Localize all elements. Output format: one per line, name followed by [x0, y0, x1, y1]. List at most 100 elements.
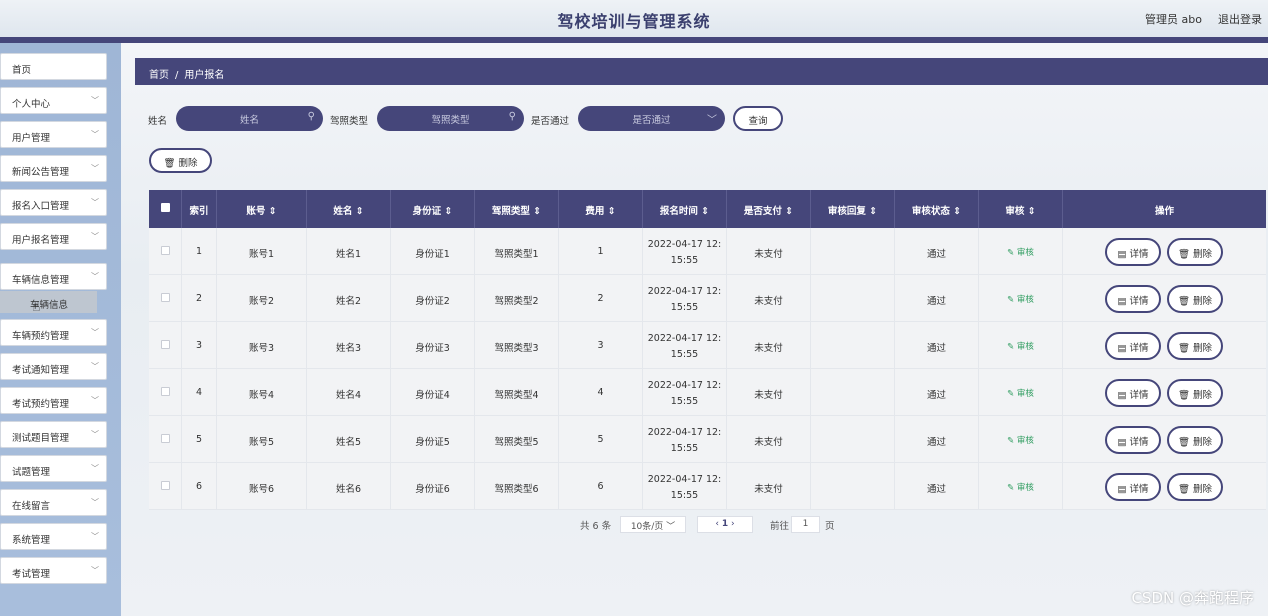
cell-status: 通过: [895, 369, 979, 416]
current-user: 管理员 abo: [1145, 13, 1202, 26]
column-header[interactable]: 报名时间 ⇕: [643, 190, 727, 228]
sidebar-item-label: 考试通知管理: [12, 365, 70, 376]
column-header[interactable]: 审核回复 ⇕: [811, 190, 895, 228]
cell-id-card: 身份证4: [391, 369, 475, 416]
delete-button[interactable]: 🗑 删除: [1167, 379, 1223, 407]
cell-index: 3: [182, 322, 217, 369]
name-search-input[interactable]: 姓名 ⚲: [176, 106, 323, 131]
sidebar-item-vehicle-booking[interactable]: 车辆预约管理 ﹀: [0, 319, 107, 346]
goto-label: 前往: [770, 521, 790, 532]
chevron-down-icon: ﹀: [707, 115, 717, 126]
audit-link[interactable]: ✎ 审核: [979, 416, 1063, 463]
sidebar-item-exam-notice[interactable]: 考试通知管理 ﹀: [0, 353, 107, 380]
trash-icon: 🗑: [1177, 249, 1194, 260]
pass-status-select[interactable]: 是否通过 ﹀: [578, 106, 725, 131]
page-size-select[interactable]: 10条/页 ﹀: [620, 516, 686, 533]
sidebar-item-messages[interactable]: 在线留言 ﹀: [0, 489, 107, 516]
delete-button[interactable]: 🗑 删除: [1167, 238, 1223, 266]
cell-account: 账号2: [217, 275, 307, 322]
delete-button[interactable]: 🗑 删除: [1167, 473, 1223, 501]
query-button[interactable]: 查询: [733, 106, 783, 131]
table-row: 2 账号2 姓名2 身份证2 驾照类型2 2 2022-04-17 12: 15:55 未支付通…: [149, 275, 1266, 322]
main-content: 首页 / 用户报名 姓名 姓名 ⚲ 驾照类型 驾照类型 ⚲ 是否通过 是否通过 ﹀ 查询 …: [121, 43, 1268, 616]
sidebar-item-system[interactable]: 系统管理 ﹀: [0, 523, 107, 550]
chevron-down-icon: ﹀: [91, 430, 99, 439]
audit-link[interactable]: ✎ 审核: [979, 463, 1063, 510]
sidebar-item-label: 试题管理: [12, 467, 51, 478]
select-all-checkbox[interactable]: [149, 190, 182, 228]
column-header[interactable]: 账号 ⇕: [217, 190, 307, 228]
sidebar-item-exam-booking[interactable]: 考试预约管理 ﹀: [0, 387, 107, 414]
detail-button[interactable]: ▤ 详情: [1105, 238, 1161, 266]
column-header[interactable]: 是否支付 ⇕: [727, 190, 811, 228]
license-type-input[interactable]: 驾照类型 ⚲: [377, 106, 524, 131]
sidebar-item-question-bank[interactable]: 试题管理 ﹀: [0, 455, 107, 482]
chevron-down-icon: ﹀: [91, 328, 99, 337]
sidebar-item-exam-management[interactable]: 考试管理 ﹀: [0, 557, 107, 584]
column-header[interactable]: 身份证 ⇕: [391, 190, 475, 228]
row-checkbox[interactable]: [149, 416, 182, 463]
delete-button[interactable]: 🗑 删除: [1167, 332, 1223, 360]
edit-icon: ✎: [1007, 295, 1017, 305]
column-header[interactable]: 审核 ⇕: [979, 190, 1063, 228]
breadcrumb-current: 用户报名: [184, 70, 225, 81]
chevron-down-icon: ﹀: [91, 498, 99, 507]
page-number[interactable]: ‹ 1 ›: [697, 516, 753, 533]
cell-license: 驾照类型2: [475, 275, 559, 322]
edit-icon: ✎: [1007, 483, 1017, 493]
sidebar-item-home[interactable]: 首页: [0, 53, 107, 80]
column-header: 索引: [182, 190, 217, 228]
cell-time: 2022-04-17 12: 15:55: [643, 416, 727, 463]
chevron-down-icon: ﹀: [91, 198, 99, 207]
cell-actions: ▤ 详情 🗑 删除: [1063, 416, 1266, 463]
table-row: 1 账号1 姓名1 身份证1 驾照类型1 1 2022-04-17 12: 15:55 未支付通…: [149, 228, 1266, 275]
sidebar-subitem-vehicle-info[interactable]: 车辆信息: [0, 291, 97, 313]
column-header[interactable]: 审核状态 ⇕: [895, 190, 979, 228]
cell-fee: 5: [559, 416, 643, 463]
sidebar: 首页 个人中心 ﹀ 用户管理 ﹀ 新闻公告管理 ﹀ 报名入口管理 ﹀ 用户报名管理 ﹀ 车…: [0, 43, 121, 616]
sidebar-item-vehicle-info[interactable]: 车辆信息管理 ﹀: [0, 263, 107, 290]
row-checkbox[interactable]: [149, 322, 182, 369]
goto-page-input[interactable]: 1: [791, 516, 820, 533]
column-header[interactable]: 驾照类型 ⇕: [475, 190, 559, 228]
cell-time: 2022-04-17 12: 15:55: [643, 463, 727, 510]
row-checkbox[interactable]: [149, 228, 182, 275]
sidebar-item-news[interactable]: 新闻公告管理 ﹀: [0, 155, 107, 182]
cell-name: 姓名4: [307, 369, 391, 416]
table-row: 3 账号3 姓名3 身份证3 驾照类型3 3 2022-04-17 12: 15:55 未支付通…: [149, 322, 1266, 369]
chevron-down-icon: ﹀: [91, 130, 99, 139]
sidebar-item-user-management[interactable]: 用户管理 ﹀: [0, 121, 107, 148]
cell-fee: 2: [559, 275, 643, 322]
sidebar-item-registration-entry[interactable]: 报名入口管理 ﹀: [0, 189, 107, 216]
detail-button[interactable]: ▤ 详情: [1105, 332, 1161, 360]
cell-fee: 6: [559, 463, 643, 510]
row-checkbox[interactable]: [149, 275, 182, 322]
audit-link[interactable]: ✎ 审核: [979, 228, 1063, 275]
sidebar-item-test-questions[interactable]: 测试题目管理 ﹀: [0, 421, 107, 448]
audit-link[interactable]: ✎ 审核: [979, 369, 1063, 416]
cell-id-card: 身份证1: [391, 228, 475, 275]
row-checkbox[interactable]: [149, 463, 182, 510]
column-header[interactable]: 费用 ⇕: [559, 190, 643, 228]
batch-delete-button[interactable]: 🗑 删除: [149, 148, 212, 173]
detail-button[interactable]: ▤ 详情: [1105, 285, 1161, 313]
breadcrumb-home[interactable]: 首页: [149, 70, 169, 81]
detail-button[interactable]: ▤ 详情: [1105, 426, 1161, 454]
delete-button[interactable]: 🗑 删除: [1167, 426, 1223, 454]
detail-button[interactable]: ▤ 详情: [1105, 473, 1161, 501]
sidebar-item-label: 首页: [12, 65, 32, 76]
cell-name: 姓名1: [307, 228, 391, 275]
detail-button[interactable]: ▤ 详情: [1105, 379, 1161, 407]
cell-index: 4: [182, 369, 217, 416]
audit-link[interactable]: ✎ 审核: [979, 275, 1063, 322]
sidebar-item-user-registration[interactable]: 用户报名管理 ﹀: [0, 223, 107, 250]
document-icon: ▤: [1117, 249, 1130, 260]
sidebar-item-personal-center[interactable]: 个人中心 ﹀: [0, 87, 107, 114]
column-header[interactable]: 姓名 ⇕: [307, 190, 391, 228]
row-checkbox[interactable]: [149, 369, 182, 416]
audit-link[interactable]: ✎ 审核: [979, 322, 1063, 369]
sidebar-item-label: 用户管理: [12, 133, 51, 144]
delete-button[interactable]: 🗑 删除: [1167, 285, 1223, 313]
logout-link[interactable]: 退出登录: [1218, 11, 1262, 27]
cell-status: 通过: [895, 275, 979, 322]
